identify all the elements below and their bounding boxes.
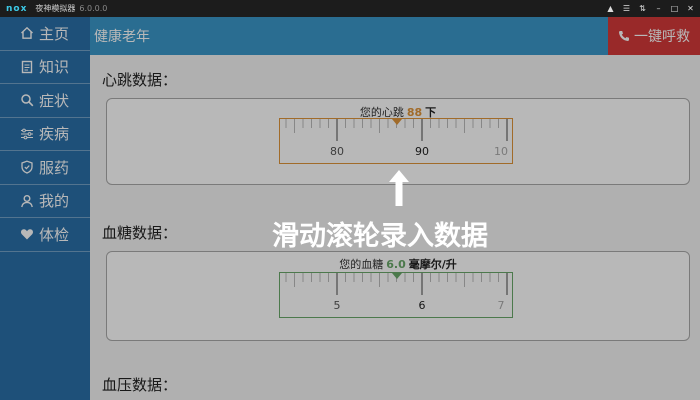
skin-icon[interactable]: ▲ bbox=[605, 3, 616, 14]
emulator-version: 6.0.0.0 bbox=[79, 4, 108, 13]
android-screen: 主页 知识 症状 疾病 服药 我的 体检 健康老年 一键呼救 心跳数据： 您的心… bbox=[0, 17, 700, 400]
tutorial-overlay[interactable]: 滑动滚轮录入数据 bbox=[0, 17, 700, 400]
close-icon[interactable]: ✕ bbox=[685, 3, 696, 14]
menu-icon[interactable]: ☰ bbox=[621, 3, 632, 14]
window-controls: ▲ ☰ ⇅ – □ ✕ bbox=[605, 0, 696, 17]
pin-icon[interactable]: ⇅ bbox=[637, 3, 648, 14]
emulator-app-name: 夜神模拟器 bbox=[35, 4, 76, 13]
nox-logo: nox bbox=[6, 3, 28, 14]
minimize-icon[interactable]: – bbox=[653, 3, 664, 14]
tutorial-hint-text: 滑动滚轮录入数据 bbox=[272, 221, 488, 252]
emulator-titlebar: nox 夜神模拟器 6.0.0.0 ▲ ☰ ⇅ – □ ✕ bbox=[0, 0, 700, 17]
maximize-icon[interactable]: □ bbox=[669, 3, 680, 14]
up-arrow-icon bbox=[389, 170, 409, 206]
